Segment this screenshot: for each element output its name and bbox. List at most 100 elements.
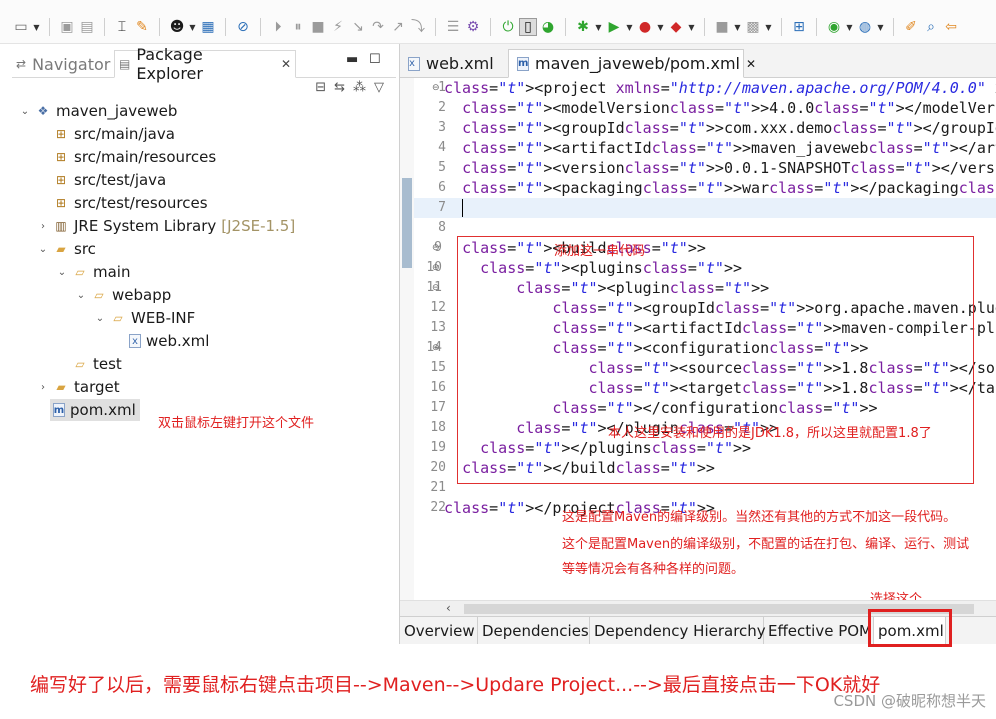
open-type-icon[interactable]: ▦ [199, 18, 217, 36]
pom-editor-pages: Overview Dependencies Dependency Hierarc… [400, 609, 996, 647]
tab-web-xml[interactable]: x web.xml [400, 49, 506, 78]
tree-item-src-main-java[interactable]: ⊞ src/main/java [36, 123, 175, 145]
new-java-project-icon[interactable]: ⚙ [464, 18, 482, 36]
tree-item-src-test-resources[interactable]: ⊞ src/test/resources [36, 192, 208, 214]
toolbar-separator [159, 18, 160, 36]
skip-breakpoints-icon[interactable]: ⊘ [234, 18, 252, 36]
toggle-mark-icon[interactable]: ▯ [519, 18, 537, 36]
step-over-icon[interactable]: ↷ [369, 18, 387, 36]
tree-item-jre-library[interactable]: › ▥ JRE System Library [J2SE-1.5] [36, 215, 295, 237]
package-folder-icon: ⊞ [55, 150, 67, 164]
tab-effective-pom[interactable]: Effective POM [764, 617, 874, 644]
fold-collapse-icon[interactable]: ⊖ [432, 78, 444, 98]
coverage-dropdown-icon[interactable]: ▼ [656, 18, 665, 36]
spell-icon[interactable]: ◕ [539, 18, 557, 36]
tree-item-label: src/test/resources [74, 194, 208, 212]
new-package-icon[interactable]: ◉ [825, 18, 843, 36]
tab-pom-xml[interactable]: m maven_javeweb/pom.xml ✕ [508, 49, 756, 78]
external-tools-icon[interactable]: ◆ [667, 18, 685, 36]
java-perspective-icon[interactable]: ✐ [902, 18, 920, 36]
new-icon[interactable]: ▭ [12, 18, 30, 36]
open-web-icon[interactable]: ◍ [856, 18, 874, 36]
profile-dropdown-icon[interactable]: ▼ [188, 18, 197, 36]
chevron-right-icon[interactable]: › [36, 382, 50, 393]
terminate-icon[interactable]: ■ [309, 18, 327, 36]
run-icon[interactable]: ▶ [605, 18, 623, 36]
new-dropdown-icon[interactable]: ▼ [32, 18, 41, 36]
open-perspective-icon[interactable]: ⏻ [499, 18, 517, 36]
tree-item-webapp[interactable]: ⌄ ▱ webapp [74, 284, 171, 306]
tab-dependency-hierarchy[interactable]: Dependency Hierarchy [590, 617, 766, 644]
minimize-icon[interactable]: ▬ [346, 52, 358, 67]
tree-item-web-xml[interactable]: x web.xml [112, 330, 209, 352]
code-editor[interactable]: 1 2 3 4 5 6 7 8 9 10 11 12 13 14 15 16 1… [400, 78, 996, 600]
close-icon[interactable]: ✕ [746, 57, 756, 71]
chevron-down-icon[interactable]: ⌄ [93, 313, 107, 324]
tree-item-web-inf[interactable]: ⌄ ▱ WEB-INF [93, 307, 196, 329]
line-number: 16 [430, 380, 446, 395]
close-icon[interactable]: ✕ [281, 57, 291, 71]
scroll-left-icon[interactable]: ‹ [446, 601, 451, 615]
debug-open-icon[interactable]: ✎ [133, 18, 151, 36]
new-package-dropdown-icon[interactable]: ▼ [845, 18, 854, 36]
focus-icon[interactable]: ⁂ [353, 80, 366, 95]
overview-ruler [400, 78, 414, 600]
link-with-editor-icon[interactable]: ⇆ [334, 80, 345, 95]
chevron-down-icon[interactable]: ⌄ [74, 290, 88, 301]
stop-dropdown-icon[interactable]: ▼ [733, 18, 742, 36]
tree-item-test[interactable]: ▱ test [55, 353, 121, 375]
toolbar-separator [49, 18, 50, 36]
debug-dropdown-icon[interactable]: ▼ [594, 18, 603, 36]
tree-item-target[interactable]: › ▰ target [36, 376, 120, 398]
print-icon[interactable]: ⌶ [113, 18, 131, 36]
coverage-icon[interactable]: ● [636, 18, 654, 36]
chevron-right-icon[interactable]: › [36, 221, 50, 232]
debug-icon[interactable]: ✱ [574, 18, 592, 36]
search-icon[interactable]: ⌕ [922, 18, 940, 36]
code-line: class="t"><artifactIdclass="t">>maven_ja… [462, 139, 996, 157]
tree-item-src-main-resources[interactable]: ⊞ src/main/resources [36, 146, 216, 168]
collapse-all-icon[interactable]: ⊟ [315, 80, 326, 95]
view-menu-icon[interactable]: ▽ [374, 80, 384, 95]
run-dropdown-icon[interactable]: ▼ [625, 18, 634, 36]
use-step-filters-icon[interactable]: ☰ [444, 18, 462, 36]
tree-item-src[interactable]: ⌄ ▰ src [36, 238, 96, 260]
tab-navigator[interactable]: ⇄ Navigator [12, 50, 112, 78]
fold-collapse-icon[interactable]: ⊖ [432, 238, 444, 258]
server-dropdown-icon[interactable]: ▼ [764, 18, 773, 36]
disconnect-icon[interactable]: ⚡ [329, 18, 347, 36]
tab-package-explorer[interactable]: ▤ Package Explorer ✕ [114, 45, 296, 83]
profile-icon[interactable]: ☻ [168, 18, 186, 36]
maximize-icon[interactable]: ☐ [369, 52, 381, 67]
chevron-down-icon[interactable]: ⌄ [55, 267, 69, 278]
select-annotation: 选择这个 [870, 592, 923, 600]
save-icon[interactable]: ▣ [58, 18, 76, 36]
toolbar-separator [260, 18, 261, 36]
tree-item-src-test-java[interactable]: ⊞ src/test/java [36, 169, 166, 191]
suspend-icon[interactable]: ⏸ [289, 18, 307, 36]
open-web-dropdown-icon[interactable]: ▼ [876, 18, 885, 36]
drop-frame-icon[interactable]: ⤵ [409, 18, 427, 36]
fold-collapse-icon[interactable]: ⊖ [432, 258, 444, 278]
new-class-icon[interactable]: ⊞ [790, 18, 808, 36]
step-return-icon[interactable]: ↗ [389, 18, 407, 36]
fold-collapse-icon[interactable]: ⊖ [432, 278, 444, 298]
external-tools-dropdown-icon[interactable]: ▼ [687, 18, 696, 36]
current-line-highlight [414, 198, 996, 218]
fold-collapse-icon[interactable]: ⊖ [432, 338, 444, 358]
tab-overview[interactable]: Overview [400, 617, 478, 644]
resume-icon[interactable]: ⏵ [269, 18, 287, 36]
chevron-down-icon[interactable]: ⌄ [36, 244, 50, 255]
tree-item-label: JRE System Library [74, 217, 217, 235]
tree-item-pom-xml[interactable]: m pom.xml [50, 399, 140, 421]
tab-dependencies[interactable]: Dependencies [478, 617, 590, 644]
save-all-icon[interactable]: ▤ [78, 18, 96, 36]
tree-item-main[interactable]: ⌄ ▱ main [55, 261, 131, 283]
main-toolbar: ▭ ▼ ▣ ▤ ⌶ ✎ ☻ ▼ ▦ ⊘ ⏵ ⏸ ■ ⚡ ↘ ↷ ↗ ⤵ ☰ ⚙ ⏻ … [0, 0, 996, 44]
step-into-icon[interactable]: ↘ [349, 18, 367, 36]
chevron-down-icon[interactable]: ⌄ [18, 106, 32, 117]
server-icon[interactable]: ▩ [744, 18, 762, 36]
stop-icon[interactable]: ■ [713, 18, 731, 36]
tree-item-project[interactable]: ⌄ ❖ maven_javeweb [18, 100, 178, 122]
nav-back-icon[interactable]: ⇦ [942, 18, 960, 36]
